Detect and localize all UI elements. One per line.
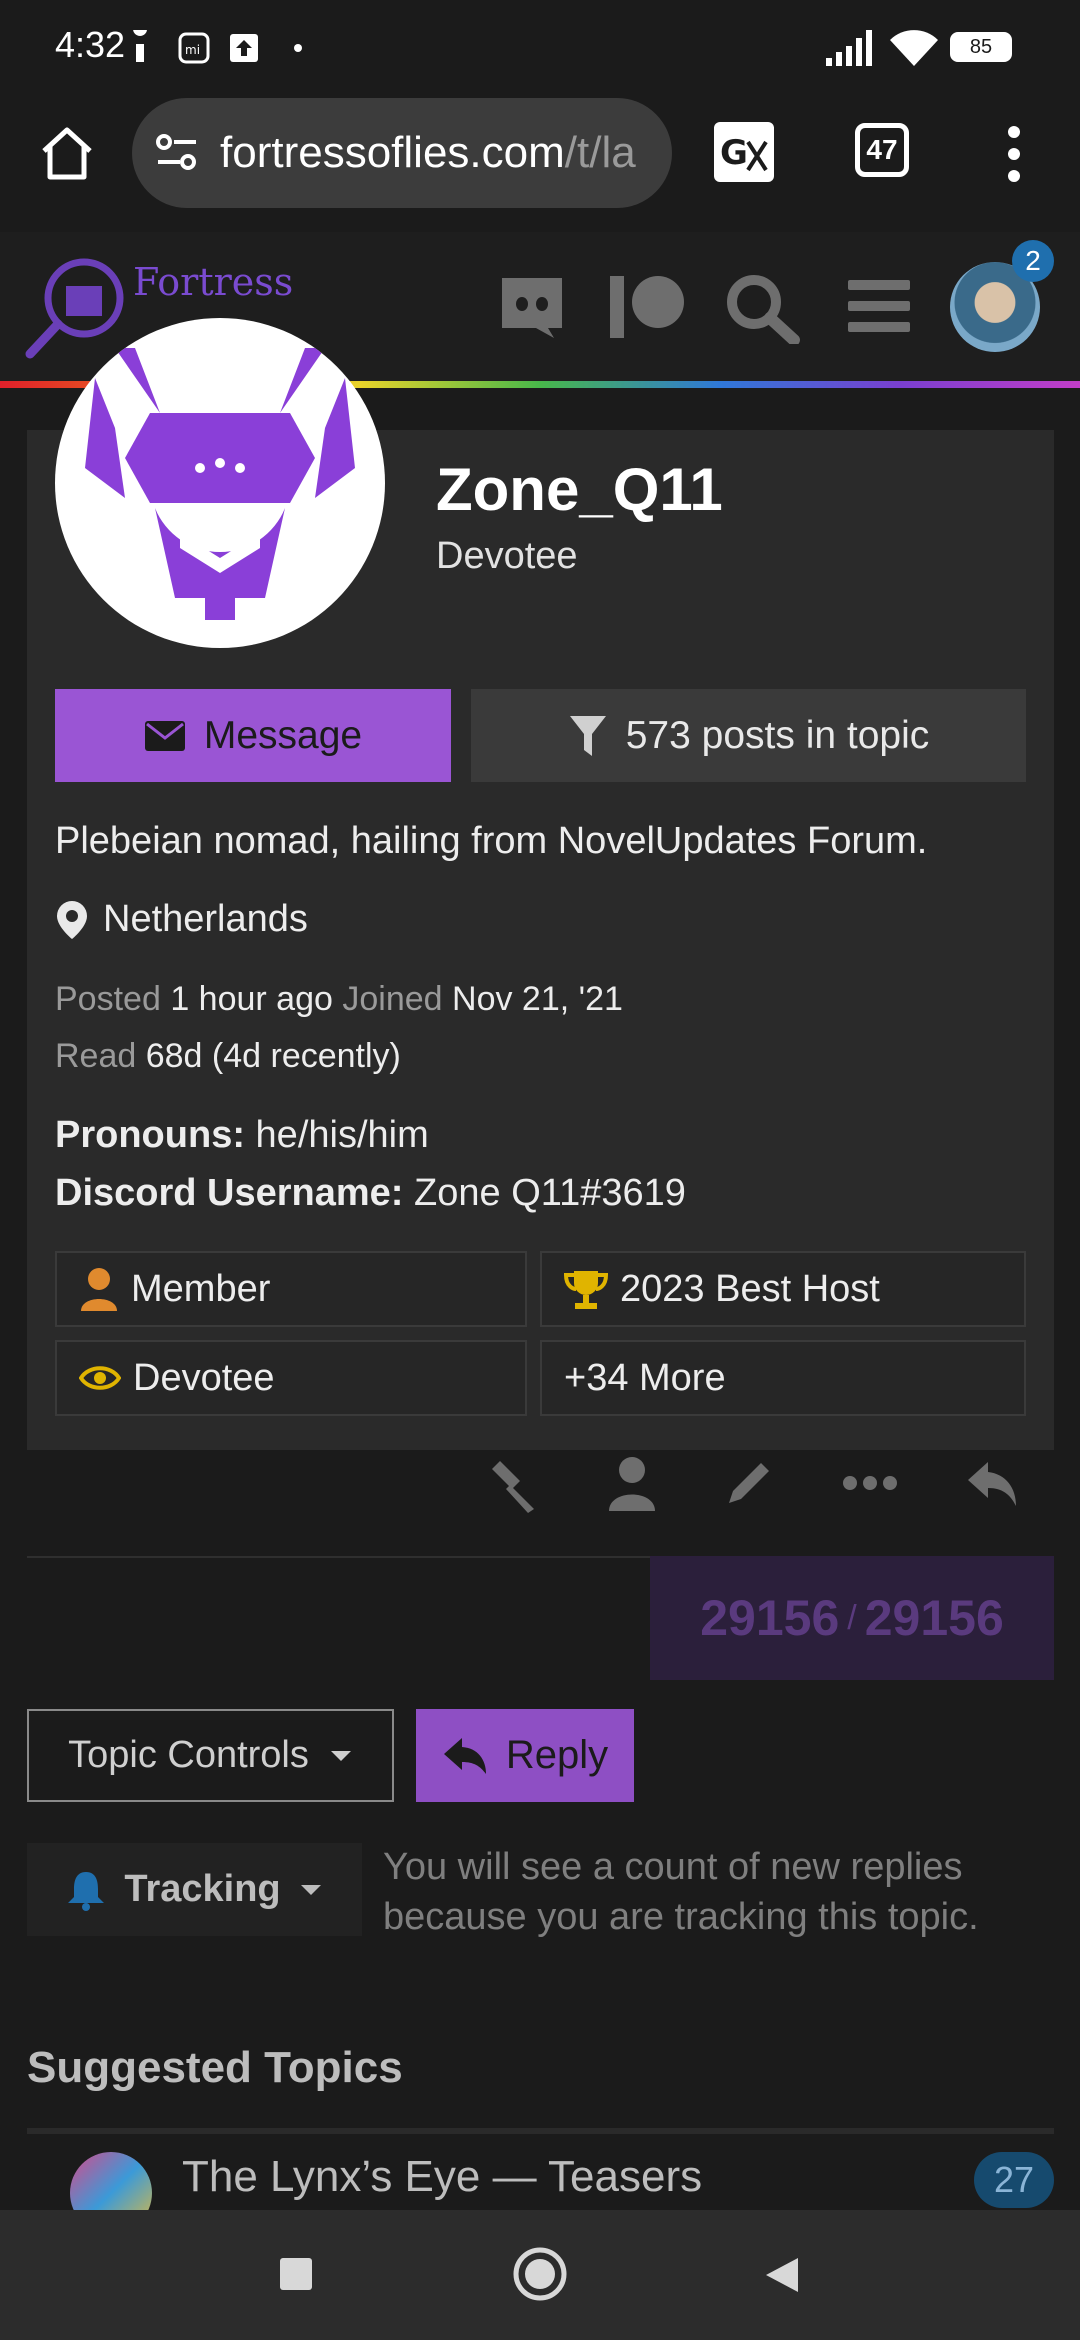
group-badge-member[interactable]: Member	[55, 1251, 527, 1327]
group-label: +34 More	[564, 1356, 726, 1399]
field-label: Discord Username:	[55, 1172, 404, 1214]
suggested-topics-rule	[27, 2128, 1054, 2134]
reply-icon	[443, 1737, 486, 1774]
posts-in-topic-label: 573 posts in topic	[625, 713, 930, 757]
progress-current: 29156	[700, 1590, 840, 1646]
url-text[interactable]: fortressoflies.com/t/la	[220, 128, 660, 178]
group-label: Member	[131, 1267, 271, 1310]
hamburger-menu-icon[interactable]	[846, 276, 912, 336]
more-actions-icon[interactable]	[842, 1473, 898, 1493]
recents-square-icon[interactable]	[278, 2256, 314, 2292]
user-field-pronouns: Pronouns: he/his/him	[55, 1114, 429, 1157]
trophy-icon	[564, 1271, 608, 1309]
url-domain: fortressoflies.com	[220, 128, 565, 177]
site-logo-icon[interactable]	[22, 252, 132, 362]
status-time: 4:32	[55, 24, 126, 65]
bell-icon	[68, 1871, 105, 1911]
group-label: Devotee	[133, 1356, 275, 1399]
tracking-description: You will see a count of new replies beca…	[383, 1846, 979, 1938]
topic-controls-button[interactable]: Topic Controls	[27, 1709, 394, 1802]
caret-down-icon	[300, 1884, 321, 1895]
tab-switcher-button[interactable]: 47	[855, 123, 909, 177]
joined-label: Joined	[342, 980, 443, 1018]
post-actions	[480, 1448, 1020, 1518]
read-value: 68d (4d recently)	[145, 1037, 401, 1075]
svg-text:G: G	[720, 133, 748, 173]
status-notification-icons: mi	[133, 30, 302, 64]
message-button[interactable]: Message	[55, 689, 451, 782]
progress-separator: /	[847, 1598, 857, 1637]
field-label: Pronouns:	[55, 1114, 245, 1156]
site-settings-icon[interactable]	[154, 130, 200, 176]
home-circle-icon[interactable]	[512, 2246, 568, 2302]
user-card-activity: Posted 1 hour ago Joined Nov 21, '21	[55, 980, 623, 1019]
svg-text:mi: mi	[185, 43, 200, 57]
read-label: Read	[55, 1037, 137, 1075]
group-badge-devotee[interactable]: Devotee	[55, 1340, 527, 1416]
suggested-topic-count[interactable]: 27	[974, 2152, 1054, 2208]
url-path: /t/la	[564, 128, 636, 177]
user-card-read-time: Read 68d (4d recently)	[55, 1037, 401, 1076]
discord-icon[interactable]	[498, 270, 566, 340]
filter-icon	[569, 715, 606, 756]
edit-pencil-icon[interactable]	[723, 1457, 775, 1509]
admin-hammer-icon[interactable]	[480, 1453, 540, 1513]
group-badge-best-host[interactable]: 2023 Best Host	[540, 1251, 1026, 1327]
location-text: Netherlands	[103, 898, 308, 940]
wifi-icon	[890, 30, 938, 66]
tracking-label: Tracking	[124, 1868, 281, 1910]
user-card-bio: Plebeian nomad, hailing from NovelUpdate…	[55, 820, 928, 862]
status-bar: 4:32 mi 85	[0, 0, 1080, 96]
eye-icon	[79, 1366, 121, 1390]
suggested-topics-heading: Suggested Topics	[27, 2043, 403, 2092]
topic-controls-label: Topic Controls	[68, 1734, 309, 1776]
reply-button[interactable]: Reply	[416, 1709, 634, 1802]
reply-label: Reply	[505, 1733, 609, 1777]
topic-progress-indicator[interactable]: 29156 / 29156	[650, 1556, 1054, 1680]
posted-value: 1 hour ago	[170, 980, 333, 1018]
patreon-icon[interactable]	[608, 274, 688, 340]
user-card-title: Devotee	[436, 535, 578, 577]
reply-arrow-icon[interactable]	[964, 1458, 1020, 1508]
more-menu-icon[interactable]	[1003, 124, 1025, 184]
home-icon[interactable]	[38, 125, 96, 181]
posted-label: Posted	[55, 980, 161, 1018]
notification-badge[interactable]: 2	[1012, 240, 1054, 282]
field-value: he/his/him	[255, 1114, 429, 1156]
user-field-discord: Discord Username: Zone Q11#3619	[55, 1172, 686, 1215]
envelope-icon	[144, 720, 185, 751]
search-icon[interactable]	[724, 272, 800, 344]
group-label: 2023 Best Host	[620, 1267, 880, 1310]
group-badge-more[interactable]: +34 More	[540, 1340, 1026, 1416]
spider-gear-avatar-icon	[85, 348, 355, 620]
battery-icon: 85	[950, 32, 1012, 62]
user-card-location: Netherlands	[55, 898, 308, 941]
user-profile-icon[interactable]	[607, 1455, 657, 1511]
user-card-username[interactable]: Zone_Q11	[436, 455, 723, 524]
message-button-label: Message	[203, 713, 363, 757]
site-logo-text[interactable]: Fortress	[133, 262, 293, 302]
location-pin-icon	[57, 900, 87, 939]
suggested-topic-title[interactable]: The Lynx’s Eye — Teasers	[182, 2152, 702, 2202]
joined-value: Nov 21, '21	[452, 980, 623, 1018]
translate-icon[interactable]: G	[712, 120, 776, 184]
logo-line1: Fortress	[133, 260, 294, 304]
caret-down-icon	[330, 1750, 351, 1761]
user-icon	[81, 1268, 117, 1311]
back-triangle-icon[interactable]	[760, 2254, 802, 2296]
notification-tracking-button[interactable]: Tracking	[27, 1843, 362, 1936]
user-card-avatar[interactable]	[55, 318, 385, 648]
field-value: Zone Q11#3619	[414, 1172, 686, 1214]
progress-total: 29156	[864, 1590, 1004, 1646]
posts-in-topic-button[interactable]: 573 posts in topic	[471, 689, 1026, 782]
